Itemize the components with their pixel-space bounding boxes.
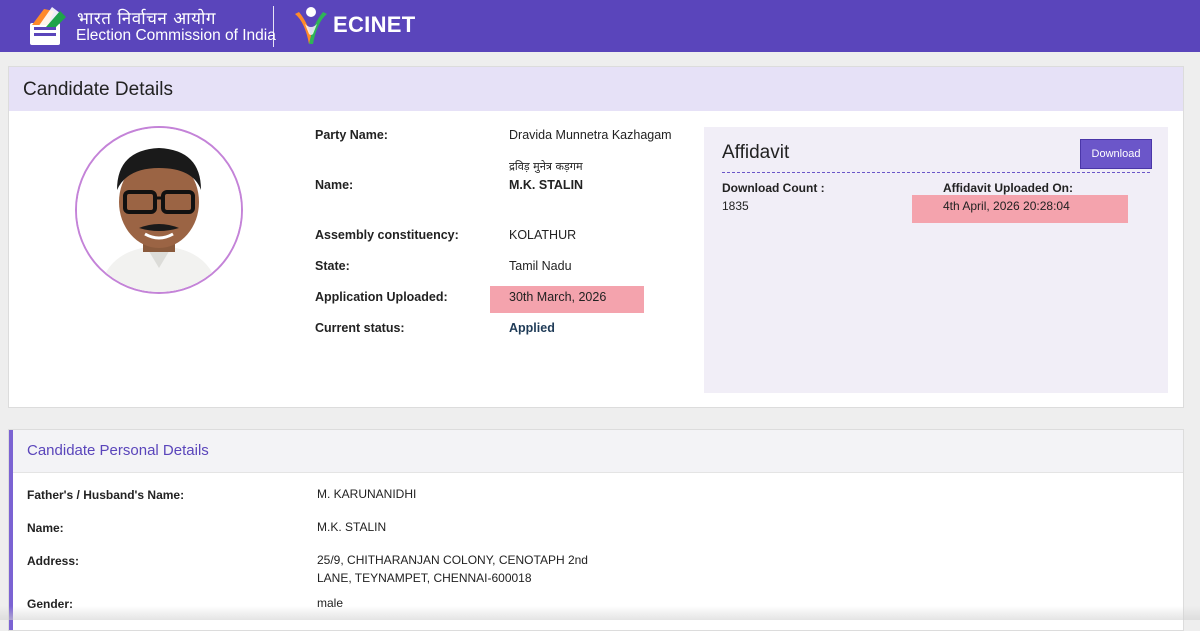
father-name-value: M. KARUNANIDHI xyxy=(317,487,417,501)
name-value: M.K. STALIN xyxy=(509,178,584,192)
affidavit-uploaded-label: Affidavit Uploaded On: xyxy=(943,181,1073,195)
download-button[interactable]: Download xyxy=(1080,139,1152,169)
state-value: Tamil Nadu xyxy=(509,259,572,273)
affidavit-uploaded-value: 4th April, 2026 20:28:04 xyxy=(943,199,1070,213)
personal-details-header: Candidate Personal Details xyxy=(13,430,1183,473)
candidate-details-title: Candidate Details xyxy=(23,79,173,100)
org-name-hindi: भारत निर्वाचन आयोग xyxy=(77,9,216,29)
personal-name-value: M.K. STALIN xyxy=(317,520,387,534)
ecinet-wordmark[interactable]: ECINET xyxy=(333,12,415,38)
address-line-1: 25/9, CHITHARANJAN COLONY, CENOTAPH 2nd xyxy=(317,553,588,567)
party-name-label: Party Name: xyxy=(315,128,388,142)
ecinet-logo-icon[interactable] xyxy=(291,4,331,48)
current-status-value: Applied xyxy=(509,321,555,335)
application-uploaded-label: Application Uploaded: xyxy=(315,290,448,304)
application-uploaded-value: 30th March, 2026 xyxy=(509,290,607,304)
address-line-2: LANE, TEYNAMPET, CHENNAI-600018 xyxy=(317,571,532,585)
address-label: Address: xyxy=(27,554,80,568)
header-divider xyxy=(273,6,274,47)
constituency-value: KOLATHUR xyxy=(509,228,577,242)
org-name-english: Election Commission of India xyxy=(76,27,276,44)
download-count-label: Download Count : xyxy=(722,181,825,195)
personal-name-label: Name: xyxy=(27,521,64,535)
party-name-value: Dravida Munnetra Kazhagam xyxy=(509,128,672,142)
candidate-photo xyxy=(75,126,243,294)
candidate-details-card: Candidate Details Party Name: Dravida Mu… xyxy=(8,66,1184,408)
candidate-portrait-image xyxy=(77,128,241,292)
state-label: State: xyxy=(315,259,350,273)
candidate-details-header: Candidate Details xyxy=(9,67,1183,111)
name-label: Name: xyxy=(315,178,354,192)
affidavit-panel: Affidavit Download Download Count : 1835… xyxy=(704,127,1168,393)
eci-ballot-logo-icon[interactable] xyxy=(24,5,68,47)
personal-details-card: Candidate Personal Details Father's / Hu… xyxy=(8,429,1184,631)
constituency-label: Assembly constituency: xyxy=(315,228,459,242)
party-name-hindi: द्रविड़ मुनेत्र कड़गम xyxy=(509,160,583,173)
affidavit-title: Affidavit xyxy=(722,142,790,163)
current-status-label: Current status: xyxy=(315,321,405,335)
father-name-label: Father's / Husband's Name: xyxy=(27,488,185,502)
top-header-bar: भारत निर्वाचन आयोग Election Commission o… xyxy=(0,0,1200,52)
download-count-value: 1835 xyxy=(722,199,749,213)
scroll-fade xyxy=(0,606,1200,620)
personal-details-title: Candidate Personal Details xyxy=(27,442,209,459)
affidavit-divider xyxy=(722,172,1150,173)
